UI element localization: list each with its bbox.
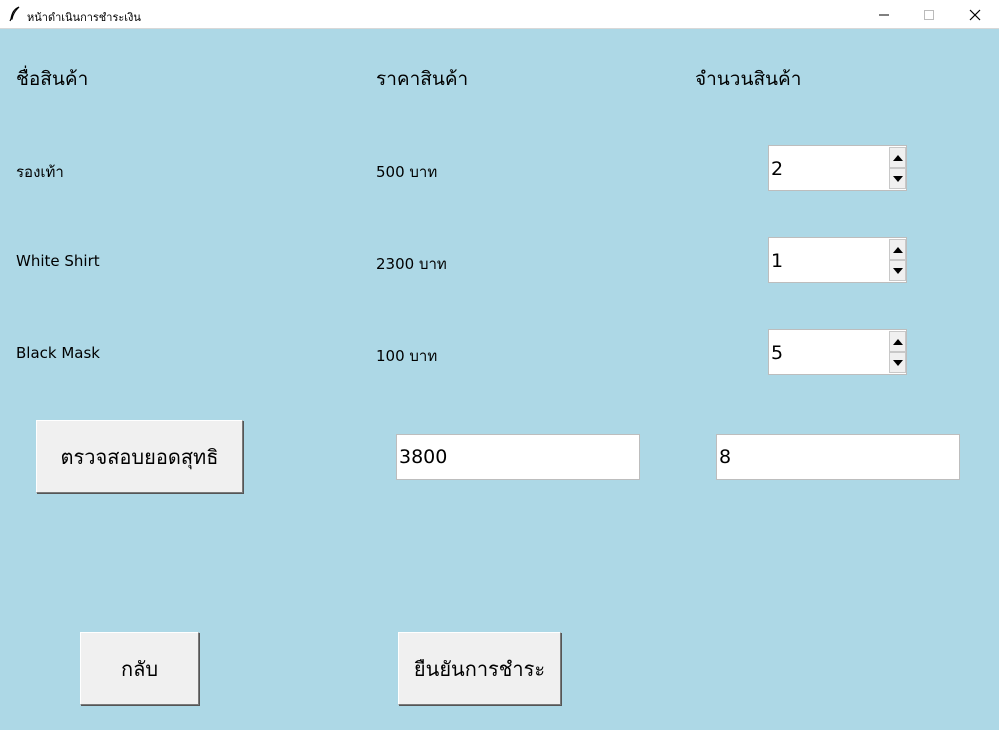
arrow-up-icon [892, 338, 903, 345]
total-quantity-field[interactable]: 8 [716, 434, 960, 480]
spin-down-button-3[interactable] [889, 352, 906, 373]
quantity-spinbox-3[interactable]: 5 [768, 329, 907, 375]
payment-form: ชื่อสินค้า ราคาสินค้า จำนวนสินค้า รองเท้… [0, 29, 999, 730]
spin-down-button-1[interactable] [889, 168, 906, 189]
product-price-2: 2300 บาท [376, 255, 447, 273]
spin-up-button-2[interactable] [889, 239, 906, 260]
product-name-1: รองเท้า [16, 163, 64, 181]
total-price-field[interactable]: 3800 [396, 434, 640, 480]
arrow-up-icon [892, 154, 903, 161]
quantity-value-3[interactable]: 5 [771, 330, 783, 376]
minimize-button[interactable] [861, 0, 907, 29]
spin-up-button-1[interactable] [889, 147, 906, 168]
header-product-quantity: จำนวนสินค้า [695, 68, 802, 90]
maximize-icon [924, 9, 934, 20]
quantity-value-1[interactable]: 2 [771, 146, 783, 192]
product-name-3: Black Mask [16, 344, 100, 362]
header-product-name: ชื่อสินค้า [16, 68, 89, 90]
quantity-value-2[interactable]: 1 [771, 238, 783, 284]
minimize-icon [879, 14, 889, 15]
back-button[interactable]: กลับ [80, 632, 199, 705]
product-price-3: 100 บาท [376, 347, 438, 365]
close-icon [969, 9, 981, 20]
product-name-2: White Shirt [16, 252, 100, 270]
spin-up-button-3[interactable] [889, 331, 906, 352]
maximize-button[interactable] [906, 0, 952, 29]
close-button[interactable] [952, 0, 998, 29]
quantity-spinbox-1[interactable]: 2 [768, 145, 907, 191]
confirm-payment-button[interactable]: ยืนยันการชำระ [398, 632, 561, 705]
window-titlebar: หน้าดำเนินการชำระเงิน [0, 0, 999, 29]
product-price-1: 500 บาท [376, 163, 438, 181]
arrow-down-icon [892, 359, 903, 366]
window-title: หน้าดำเนินการชำระเงิน [27, 11, 141, 24]
feather-icon [8, 6, 22, 22]
spin-down-button-2[interactable] [889, 260, 906, 281]
arrow-up-icon [892, 246, 903, 253]
arrow-down-icon [892, 175, 903, 182]
arrow-down-icon [892, 267, 903, 274]
header-product-price: ราคาสินค้า [376, 68, 469, 90]
quantity-spinbox-2[interactable]: 1 [768, 237, 907, 283]
check-total-button[interactable]: ตรวจสอบยอดสุทธิ [36, 420, 243, 493]
